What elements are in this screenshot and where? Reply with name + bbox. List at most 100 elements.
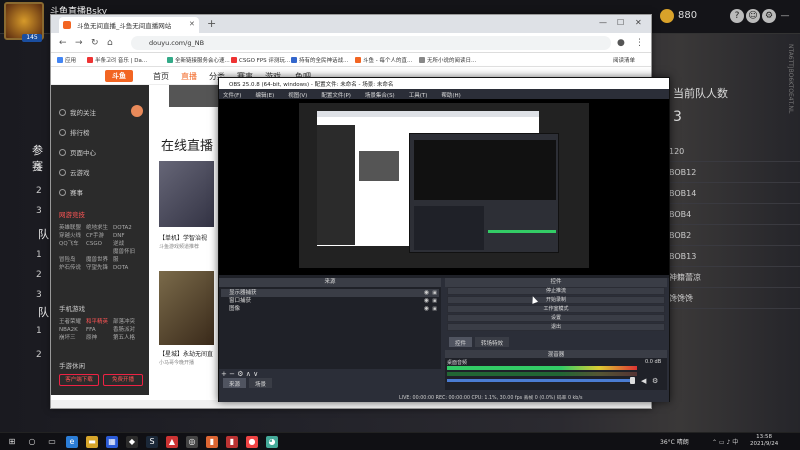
sidebar-item-follow[interactable]: 我的关注 [59,107,96,117]
forward-icon[interactable]: → [75,38,83,48]
game-link[interactable]: CF手游 [86,231,113,239]
source-image[interactable]: 图像 ◉ ▣ [221,305,439,313]
game-link[interactable]: 英雄联盟 [59,223,86,231]
new-tab-button[interactable]: + [207,17,216,30]
volume-slider-handle[interactable] [630,377,635,384]
game-link[interactable]: 逆战 [113,239,140,247]
volume-slider[interactable] [447,379,631,382]
nav-home[interactable]: 首页 [153,71,169,82]
game-link[interactable]: 绝地求生 [86,223,113,231]
chrome-icon[interactable]: ◕ [266,436,278,448]
game-link[interactable]: 香肠派对 [113,325,140,333]
avatar[interactable] [131,105,143,117]
download-client-button[interactable]: 客户端下载 [59,374,99,386]
browser-tab[interactable]: 斗鱼无间直播_斗鱼无间直播网站 [59,17,199,33]
team-row[interactable]: 馋馋馋 [665,288,800,309]
exit-button[interactable]: 退出 [447,323,665,331]
team-row[interactable]: BOB13 [665,246,800,267]
game-link[interactable]: QQ飞车 [59,239,86,247]
window-minimize-icon[interactable]: — [599,18,607,27]
live-caption[interactable]: 【单机】学智治视 [159,233,207,242]
game-launcher-icon[interactable]: ▲ [166,436,178,448]
sidebar-item-center[interactable]: 页面中心 [59,147,96,157]
game-link[interactable]: 冒险岛 [59,255,86,263]
game-link[interactable]: 魔兽怀旧服 [113,247,140,263]
window-close-icon[interactable]: ✕ [635,18,642,27]
team-row[interactable]: 120 [665,141,800,162]
app-icon[interactable]: ◆ [126,436,138,448]
search-icon[interactable]: ○ [26,436,38,448]
reload-icon[interactable]: ↻ [91,38,99,48]
tab-scenes[interactable]: 场景 [249,378,273,388]
obs-icon[interactable]: ◎ [186,436,198,448]
start-stream-button[interactable]: 免费开播 [103,374,143,386]
site-logo[interactable]: 斗鱼 [105,70,133,82]
bookmark-item[interactable]: CSGO FPS 评测玩... [231,56,290,64]
lock-icon[interactable]: ▣ [432,297,437,305]
bookmark-item[interactable]: 半条고려 音乐 | Da... [87,56,147,64]
game-link[interactable]: 和平精英 [86,317,113,325]
clock[interactable]: 13:58 2021/9/24 [750,434,778,448]
bookmark-item[interactable]: 斗鱼 - 每个人的直... [355,56,412,64]
app-icon[interactable]: ▮ [226,436,238,448]
live-thumbnail[interactable] [159,271,214,345]
tab-sources[interactable]: 来源 [223,378,247,388]
game-link[interactable]: 原神 [86,333,113,341]
chevron-up-icon[interactable]: ∧ [246,370,251,378]
game-link[interactable]: 守望先锋 [86,263,113,271]
add-icon[interactable]: + [221,370,227,378]
game-link[interactable]: 炉石传说 [59,263,86,271]
bookmark-item[interactable]: 无所小说的阅读日... [419,56,476,64]
game-link[interactable]: 王者荣耀 [59,317,86,325]
settings-button[interactable]: 设置 [447,314,665,322]
sidebar-item-cloud[interactable]: 云游戏 [59,167,90,177]
source-window-capture[interactable]: 窗口捕获 ◉ ▣ [221,297,439,305]
bookmark-item[interactable]: 全新链接服务会心速... [167,56,230,64]
eye-icon[interactable]: ◉ [424,297,429,305]
team-row[interactable]: BOB12 [665,162,800,183]
game-link[interactable]: CSGO [86,241,113,247]
tab-close-icon[interactable]: ✕ [189,20,195,28]
live-thumbnail[interactable] [159,161,214,227]
nav-live[interactable]: 直播 [181,71,197,82]
source-display-capture[interactable]: 显示器捕获 ◉ ▣ [221,289,439,297]
gear-icon[interactable]: ⚙ [762,9,776,23]
game-link[interactable]: 穿越火线 [59,231,86,239]
stop-streaming-button[interactable]: 停止推流 [447,287,665,295]
minimize-icon[interactable]: — [778,9,792,23]
bookmark-item[interactable]: 持有的全民神话战... [291,56,348,64]
tab-controls[interactable]: 控件 [449,337,473,347]
obs-preview[interactable] [219,99,669,275]
game-link[interactable]: DOTA [113,265,140,271]
bookmark-apps[interactable]: 应用 [57,56,76,64]
store-icon[interactable]: ▦ [106,436,118,448]
profile-icon[interactable]: ● [617,38,625,48]
remove-icon[interactable]: − [229,370,235,378]
studio-mode-button[interactable]: 工作室模式 [447,305,665,313]
edge-icon[interactable]: e [66,436,78,448]
menu-icon[interactable]: ⋮ [635,38,644,48]
system-tray[interactable]: ⌃ ▭ ♪ 中 [712,437,738,446]
start-recording-button[interactable]: 开始录制 [447,296,665,304]
team-row[interactable]: BOB14 [665,183,800,204]
user-icon[interactable]: ☺ [746,9,760,23]
app-icon[interactable]: ▮ [206,436,218,448]
steam-icon[interactable]: S [146,436,158,448]
team-row[interactable]: BOB2 [665,225,800,246]
weather-widget[interactable]: 36°C 晴朗 [660,437,689,446]
windows-start-icon[interactable]: ⊞ [6,436,18,448]
game-link[interactable]: DOTA2 [113,225,140,231]
gear-icon[interactable]: ⚙ [237,370,243,378]
eye-icon[interactable]: ◉ [424,289,429,297]
team-row[interactable]: BOB4 [665,204,800,225]
url-input[interactable]: douyu.com/g_NB [131,36,611,50]
eye-icon[interactable]: ◉ [424,305,429,313]
window-maximize-icon[interactable]: ☐ [617,18,624,27]
sidebar-item-rank[interactable]: 排行榜 [59,127,90,137]
lock-icon[interactable]: ▣ [432,305,437,313]
speaker-icon[interactable]: ◀ [641,377,646,385]
chevron-down-icon[interactable]: ∨ [253,370,258,378]
help-icon[interactable]: ? [730,9,744,23]
app-icon[interactable]: ● [246,436,258,448]
sidebar-item-events[interactable]: 赛事 [59,187,83,197]
